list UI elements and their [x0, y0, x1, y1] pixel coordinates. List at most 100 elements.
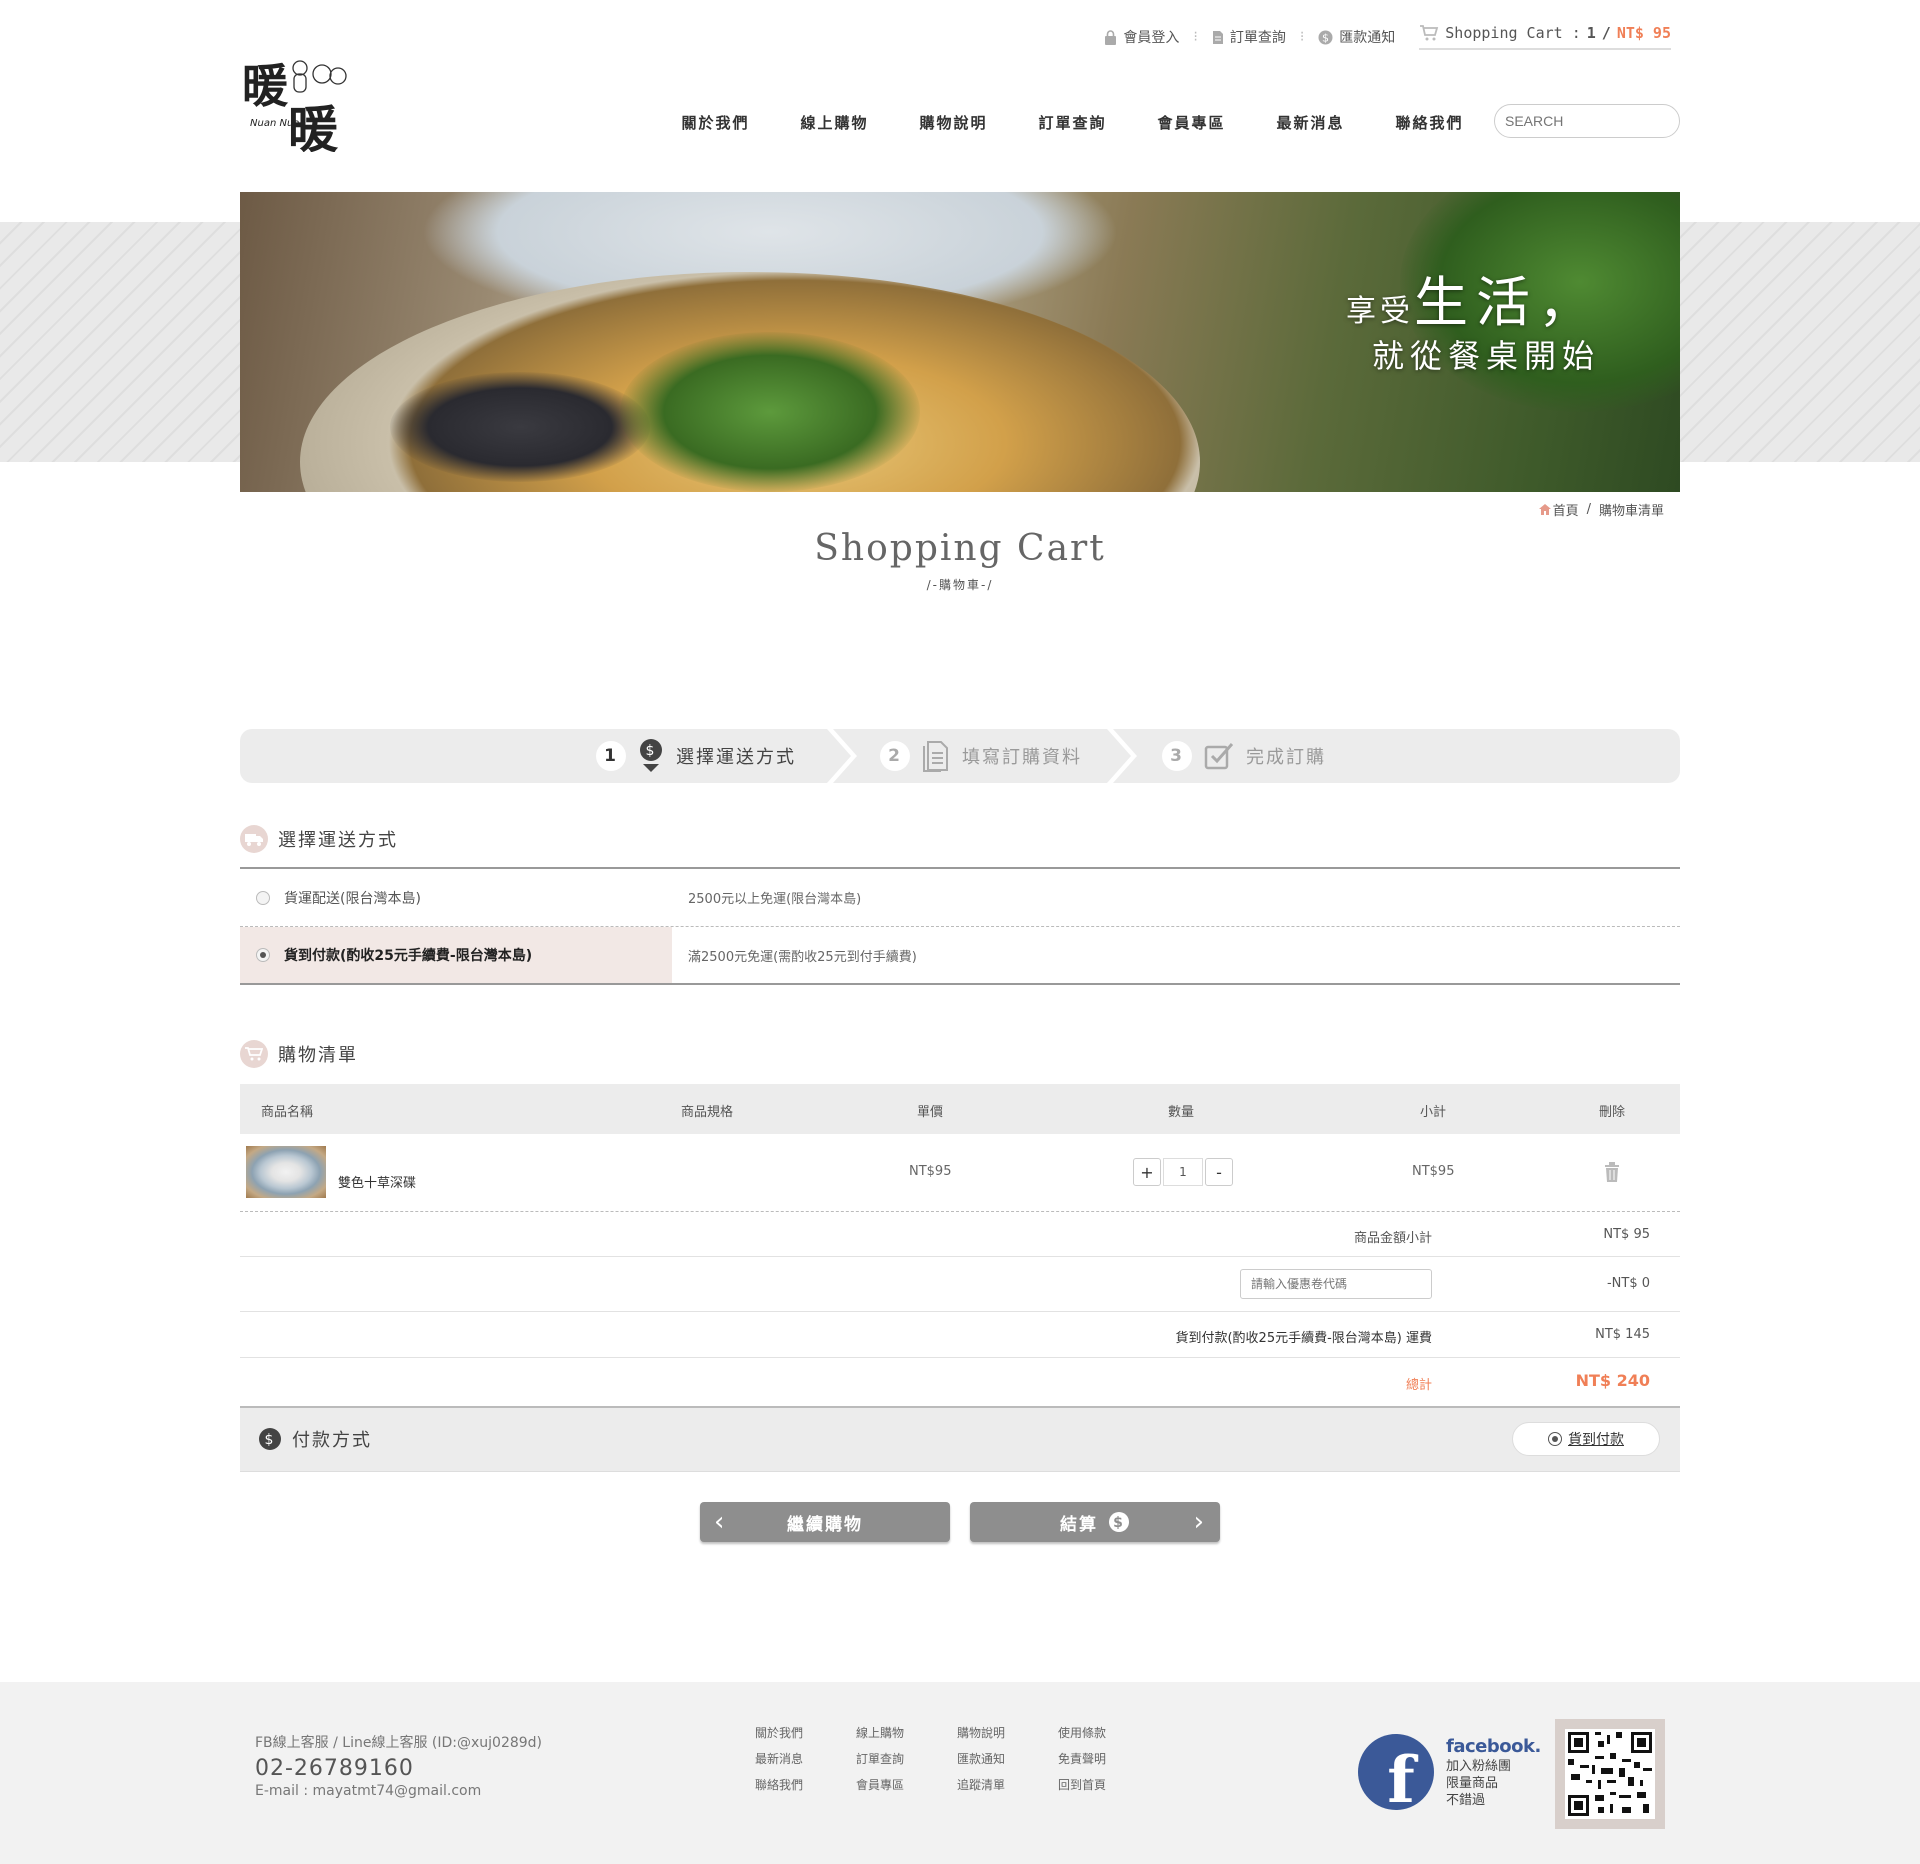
site-footer: FB線上客服 / Line線上客服 (ID:@xuj0289d) 02-2678… — [0, 1682, 1920, 1864]
footer-link[interactable]: 線上購物 — [856, 1724, 957, 1741]
shipping-option-row[interactable]: 貨到付款(酌收25元手續費-限台灣本島) 滿2500元免運(需酌收25元到付手續… — [240, 926, 1680, 983]
cart-amount: NT$ 95 — [1616, 24, 1671, 42]
footer-link[interactable]: 使用條款 — [1058, 1724, 1159, 1741]
payment-section: $ 付款方式 貨到付款 — [240, 1406, 1680, 1472]
dollar-pin-icon: $ — [640, 739, 662, 772]
facebook-line: 不錯過 — [1446, 1793, 1486, 1808]
shipping-option-desc: 2500元以上免運(限台灣本島) — [688, 892, 862, 907]
coupon-input[interactable] — [1240, 1269, 1432, 1299]
total-value: NT$ 240 — [1575, 1371, 1650, 1390]
footer-link[interactable]: 會員專區 — [856, 1776, 957, 1793]
footer-link[interactable]: 匯款通知 — [957, 1750, 1058, 1767]
shipping-radio[interactable] — [256, 948, 270, 962]
logo-subtext: Nuan Nuan — [250, 118, 306, 129]
nav-about[interactable]: 關於我們 — [656, 112, 775, 133]
nav-news[interactable]: 最新消息 — [1251, 112, 1370, 133]
footer-link[interactable]: 免責聲明 — [1058, 1750, 1159, 1767]
nav-contact[interactable]: 聯絡我們 — [1370, 112, 1489, 133]
cart-icon — [240, 1040, 268, 1068]
payment-option-label: 貨到付款 — [1568, 1432, 1624, 1448]
page: 會員登入 ⁝ 訂單查詢 ⁝ $ 匯款通知 Shopping Cart : 1 /… — [0, 0, 1920, 1864]
member-login-link[interactable]: 會員登入 — [1104, 27, 1179, 47]
slogan-big: 生活， — [1414, 271, 1600, 334]
shipping-fee-row: 貨到付款(酌收25元手續費-限台灣本島) 運費 NT$ 145 — [240, 1312, 1680, 1358]
step-3-number: 3 — [1162, 741, 1192, 771]
search-input[interactable] — [1505, 113, 1686, 129]
shipping-option-label: 貨運配送(限台灣本島) — [284, 890, 421, 907]
product-name[interactable]: 雙色十草深碟 — [338, 1172, 416, 1191]
continue-shopping-label: 繼續購物 — [787, 1514, 863, 1535]
member-login-label: 會員登入 — [1123, 30, 1180, 46]
banner-slogan: 享受生活， 就從餐桌開始 — [1346, 258, 1600, 377]
step-2-number: 2 — [880, 741, 910, 771]
shipping-section-title: 選擇運送方式 — [278, 830, 398, 851]
breadcrumb: 首頁 / 購物車清單 — [1538, 500, 1664, 519]
svg-text:$: $ — [265, 1432, 276, 1448]
facebook-promo[interactable]: facebook. 加入粉絲團 限量商品 不錯過 — [1446, 1736, 1541, 1809]
product-thumbnail[interactable] — [246, 1146, 326, 1198]
nav-guide[interactable]: 購物說明 — [894, 112, 1013, 133]
continue-shopping-button[interactable]: ‹ 繼續購物 — [700, 1502, 950, 1542]
qty-plus-button[interactable]: + — [1133, 1158, 1161, 1186]
step-1: 1 $ 選擇運送方式 — [596, 729, 796, 783]
svg-text:$: $ — [646, 743, 657, 759]
shopping-cart-link[interactable]: Shopping Cart : 1 / NT$ 95 — [1419, 24, 1671, 50]
footer-link[interactable]: 關於我們 — [755, 1724, 856, 1741]
shipping-option-label: 貨到付款(酌收25元手續費-限台灣本島) — [284, 948, 533, 964]
col-product-name: 商品名稱 — [261, 1105, 314, 1120]
svg-text:$: $ — [1322, 31, 1329, 44]
main-nav: 關於我們 線上購物 購物說明 訂單查詢 會員專區 最新消息 聯絡我們 — [656, 112, 1489, 133]
divider: ⁝ — [1299, 29, 1305, 45]
divider: ⁝ — [1193, 29, 1198, 45]
dollar-icon: $ — [1318, 30, 1333, 44]
subtotal-value: NT$ 95 — [1603, 1227, 1650, 1242]
col-delete: 刪除 — [1599, 1105, 1626, 1120]
facebook-line: 加入粉絲團 — [1446, 1759, 1512, 1774]
footer-link[interactable]: 購物說明 — [957, 1724, 1058, 1741]
cart-section-header: 購物清單 — [240, 1040, 358, 1068]
coupon-row: -NT$ 0 — [240, 1257, 1680, 1312]
step-3-label: 完成訂購 — [1246, 747, 1326, 768]
footer-link[interactable]: 最新消息 — [755, 1750, 856, 1767]
shipping-fee-value: NT$ 145 — [1595, 1327, 1650, 1342]
payment-radio[interactable] — [1548, 1432, 1562, 1446]
qr-code-pattern — [1565, 1729, 1655, 1819]
footer-link[interactable]: 追蹤清單 — [957, 1776, 1058, 1793]
form-document-icon — [923, 741, 948, 772]
svg-text:暖: 暖 — [242, 59, 289, 113]
qty-minus-button[interactable]: - — [1205, 1158, 1233, 1186]
breadcrumb-home[interactable]: 首頁 — [1538, 500, 1579, 519]
document-icon — [1212, 30, 1223, 44]
cart-count: 1 — [1586, 24, 1596, 42]
footer-link[interactable]: 訂單查詢 — [856, 1750, 957, 1767]
site-logo[interactable]: 暖 暖 Nuan Nuan — [240, 52, 360, 159]
search-box — [1494, 104, 1686, 138]
footer-phone: 02-26789160 — [255, 1756, 414, 1781]
breadcrumb-sep: / — [1586, 502, 1591, 517]
checkout-button[interactable]: 結算 $ › — [970, 1502, 1220, 1542]
order-query-link[interactable]: 訂單查詢 — [1212, 27, 1286, 47]
step-divider — [1107, 729, 1137, 783]
payment-option-cod[interactable]: 貨到付款 — [1512, 1422, 1660, 1456]
nav-member[interactable]: 會員專區 — [1132, 112, 1251, 133]
col-price: 單價 — [917, 1105, 944, 1120]
footer-link[interactable]: 回到首頁 — [1058, 1776, 1159, 1793]
banner-squid-shape — [390, 372, 650, 482]
trash-icon[interactable] — [1604, 1162, 1620, 1182]
cart-icon — [1420, 25, 1439, 41]
shipping-option-row[interactable]: 貨運配送(限台灣本島) 2500元以上免運(限台灣本島) — [240, 869, 1680, 926]
qty-input[interactable]: 1 — [1163, 1158, 1203, 1186]
product-price: NT$95 — [909, 1164, 952, 1179]
coupon-value: -NT$ 0 — [1606, 1276, 1650, 1291]
dollar-icon: $ — [259, 1428, 281, 1450]
logo-mark: 暖 暖 — [242, 59, 347, 159]
slogan-small: 享受 — [1346, 294, 1414, 329]
shipping-radio[interactable] — [256, 890, 270, 905]
facebook-icon[interactable]: f — [1358, 1734, 1434, 1810]
home-icon — [1538, 504, 1551, 515]
footer-email[interactable]: E-mail : mayatmt74@gmail.com — [255, 1783, 542, 1799]
remit-notice-link[interactable]: $ 匯款通知 — [1318, 27, 1395, 47]
nav-order-query[interactable]: 訂單查詢 — [1013, 112, 1132, 133]
nav-shop[interactable]: 線上購物 — [775, 112, 894, 133]
footer-link[interactable]: 聯絡我們 — [755, 1776, 856, 1793]
